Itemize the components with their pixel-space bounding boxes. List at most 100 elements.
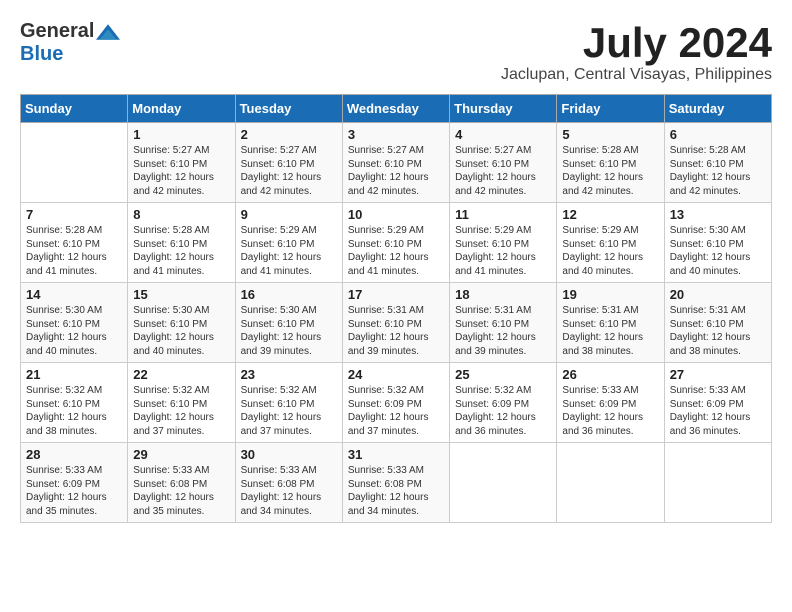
day-number: 10 [348, 207, 444, 222]
calendar-cell: 29Sunrise: 5:33 AM Sunset: 6:08 PM Dayli… [128, 443, 235, 523]
day-info: Sunrise: 5:32 AM Sunset: 6:10 PM Dayligh… [241, 384, 337, 438]
day-info: Sunrise: 5:30 AM Sunset: 6:10 PM Dayligh… [133, 304, 229, 358]
day-info: Sunrise: 5:29 AM Sunset: 6:10 PM Dayligh… [562, 224, 658, 278]
calendar-week-row: 28Sunrise: 5:33 AM Sunset: 6:09 PM Dayli… [21, 443, 772, 523]
logo-blue-text: Blue [20, 43, 63, 66]
weekday-header: Sunday [21, 95, 128, 123]
location-title: Jaclupan, Central Visayas, Philippines [501, 66, 772, 84]
day-number: 19 [562, 287, 658, 302]
day-info: Sunrise: 5:29 AM Sunset: 6:10 PM Dayligh… [455, 224, 551, 278]
weekday-header: Tuesday [235, 95, 342, 123]
calendar-cell: 15 Sunrise: 5:30 AM Sunset: 6:10 PM Dayli… [128, 283, 235, 363]
day-info: Sunrise: 5:29 AM Sunset: 6:10 PM Dayligh… [241, 224, 337, 278]
day-info: Sunrise: 5:27 AM Sunset: 6:10 PM Dayligh… [133, 144, 229, 198]
day-number: 30 [241, 447, 337, 462]
day-number: 3 [348, 127, 444, 142]
day-info: Sunrise: 5:33 AM Sunset: 6:09 PM Dayligh… [26, 464, 122, 518]
day-number: 11 [455, 207, 551, 222]
calendar-cell: 31 Sunrise: 5:33 AM Sunset: 6:08 PM Dayli… [342, 443, 449, 523]
calendar-cell: 14 Sunrise: 5:30 AM Sunset: 6:10 PM Dayli… [21, 283, 128, 363]
day-number: 2 [241, 127, 337, 142]
calendar-week-row: 14 Sunrise: 5:30 AM Sunset: 6:10 PM Dayli… [21, 283, 772, 363]
day-number: 7 [26, 207, 122, 222]
calendar-cell [557, 443, 664, 523]
header: General Blue July 2024 Jaclupan, Central… [20, 20, 772, 84]
calendar-cell: 5 Sunrise: 5:28 AM Sunset: 6:10 PM Daylig… [557, 123, 664, 203]
day-number: 9 [241, 207, 337, 222]
day-info: Sunrise: 5:32 AM Sunset: 6:09 PM Dayligh… [348, 384, 444, 438]
calendar-week-row: 7 Sunrise: 5:28 AM Sunset: 6:10 PM Daylig… [21, 203, 772, 283]
day-info: Sunrise: 5:33 AM Sunset: 6:08 PM Dayligh… [133, 464, 229, 518]
calendar-cell: 20 Sunrise: 5:31 AM Sunset: 6:10 PM Dayli… [664, 283, 771, 363]
day-number: 8 [133, 207, 229, 222]
calendar: SundayMondayTuesdayWednesdayThursdayFrid… [20, 94, 772, 523]
day-info: Sunrise: 5:29 AM Sunset: 6:10 PM Dayligh… [348, 224, 444, 278]
day-number: 5 [562, 127, 658, 142]
calendar-cell: 27 Sunrise: 5:33 AM Sunset: 6:09 PM Dayli… [664, 363, 771, 443]
day-number: 31 [348, 447, 444, 462]
calendar-week-row: 1 Sunrise: 5:27 AM Sunset: 6:10 PM Daylig… [21, 123, 772, 203]
day-info: Sunrise: 5:32 AM Sunset: 6:09 PM Dayligh… [455, 384, 551, 438]
calendar-cell: 25Sunrise: 5:32 AM Sunset: 6:09 PM Dayli… [450, 363, 557, 443]
day-number: 18 [455, 287, 551, 302]
day-info: Sunrise: 5:27 AM Sunset: 6:10 PM Dayligh… [455, 144, 551, 198]
day-number: 15 [133, 287, 229, 302]
day-number: 21 [26, 367, 122, 382]
calendar-cell: 22 Sunrise: 5:32 AM Sunset: 6:10 PM Dayli… [128, 363, 235, 443]
weekday-header: Saturday [664, 95, 771, 123]
calendar-cell: 4 Sunrise: 5:27 AM Sunset: 6:10 PM Daylig… [450, 123, 557, 203]
title-area: July 2024 Jaclupan, Central Visayas, Phi… [501, 20, 772, 84]
calendar-header-row: SundayMondayTuesdayWednesdayThursdayFrid… [21, 95, 772, 123]
weekday-header: Thursday [450, 95, 557, 123]
calendar-cell [450, 443, 557, 523]
day-info: Sunrise: 5:30 AM Sunset: 6:10 PM Dayligh… [26, 304, 122, 358]
day-number: 27 [670, 367, 766, 382]
calendar-cell: 10 Sunrise: 5:29 AM Sunset: 6:10 PM Dayli… [342, 203, 449, 283]
calendar-cell: 21Sunrise: 5:32 AM Sunset: 6:10 PM Dayli… [21, 363, 128, 443]
day-info: Sunrise: 5:33 AM Sunset: 6:08 PM Dayligh… [348, 464, 444, 518]
day-number: 1 [133, 127, 229, 142]
day-info: Sunrise: 5:30 AM Sunset: 6:10 PM Dayligh… [670, 224, 766, 278]
calendar-cell: 24Sunrise: 5:32 AM Sunset: 6:09 PM Dayli… [342, 363, 449, 443]
calendar-cell: 12 Sunrise: 5:29 AM Sunset: 6:10 PM Dayli… [557, 203, 664, 283]
day-info: Sunrise: 5:33 AM Sunset: 6:09 PM Dayligh… [562, 384, 658, 438]
day-info: Sunrise: 5:30 AM Sunset: 6:10 PM Dayligh… [241, 304, 337, 358]
day-number: 4 [455, 127, 551, 142]
day-info: Sunrise: 5:31 AM Sunset: 6:10 PM Dayligh… [455, 304, 551, 358]
day-info: Sunrise: 5:27 AM Sunset: 6:10 PM Dayligh… [241, 144, 337, 198]
day-number: 6 [670, 127, 766, 142]
day-number: 16 [241, 287, 337, 302]
day-info: Sunrise: 5:33 AM Sunset: 6:09 PM Dayligh… [670, 384, 766, 438]
day-number: 13 [670, 207, 766, 222]
calendar-cell: 3 Sunrise: 5:27 AM Sunset: 6:10 PM Daylig… [342, 123, 449, 203]
day-number: 22 [133, 367, 229, 382]
calendar-cell: 28Sunrise: 5:33 AM Sunset: 6:09 PM Dayli… [21, 443, 128, 523]
weekday-header: Monday [128, 95, 235, 123]
calendar-cell: 1 Sunrise: 5:27 AM Sunset: 6:10 PM Daylig… [128, 123, 235, 203]
day-info: Sunrise: 5:33 AM Sunset: 6:08 PM Dayligh… [241, 464, 337, 518]
day-info: Sunrise: 5:32 AM Sunset: 6:10 PM Dayligh… [133, 384, 229, 438]
day-info: Sunrise: 5:27 AM Sunset: 6:10 PM Dayligh… [348, 144, 444, 198]
day-number: 12 [562, 207, 658, 222]
day-info: Sunrise: 5:31 AM Sunset: 6:10 PM Dayligh… [670, 304, 766, 358]
logo-icon [96, 22, 120, 42]
day-number: 20 [670, 287, 766, 302]
calendar-cell: 23Sunrise: 5:32 AM Sunset: 6:10 PM Dayli… [235, 363, 342, 443]
calendar-cell: 7 Sunrise: 5:28 AM Sunset: 6:10 PM Daylig… [21, 203, 128, 283]
day-number: 17 [348, 287, 444, 302]
calendar-cell: 8 Sunrise: 5:28 AM Sunset: 6:10 PM Daylig… [128, 203, 235, 283]
day-info: Sunrise: 5:28 AM Sunset: 6:10 PM Dayligh… [562, 144, 658, 198]
day-info: Sunrise: 5:28 AM Sunset: 6:10 PM Dayligh… [670, 144, 766, 198]
calendar-cell: 2 Sunrise: 5:27 AM Sunset: 6:10 PM Daylig… [235, 123, 342, 203]
weekday-header: Friday [557, 95, 664, 123]
calendar-cell: 26 Sunrise: 5:33 AM Sunset: 6:09 PM Dayli… [557, 363, 664, 443]
logo: General Blue [20, 20, 120, 66]
day-info: Sunrise: 5:28 AM Sunset: 6:10 PM Dayligh… [133, 224, 229, 278]
day-number: 14 [26, 287, 122, 302]
calendar-cell: 13 Sunrise: 5:30 AM Sunset: 6:10 PM Dayli… [664, 203, 771, 283]
calendar-week-row: 21 Sunrise: 5:32 AM Sunset: 6:10 PM Dayli… [21, 363, 772, 443]
day-number: 26 [562, 367, 658, 382]
logo-general-text: General [20, 20, 94, 43]
calendar-cell: 9 Sunrise: 5:29 AM Sunset: 6:10 PM Daylig… [235, 203, 342, 283]
day-info: Sunrise: 5:28 AM Sunset: 6:10 PM Dayligh… [26, 224, 122, 278]
